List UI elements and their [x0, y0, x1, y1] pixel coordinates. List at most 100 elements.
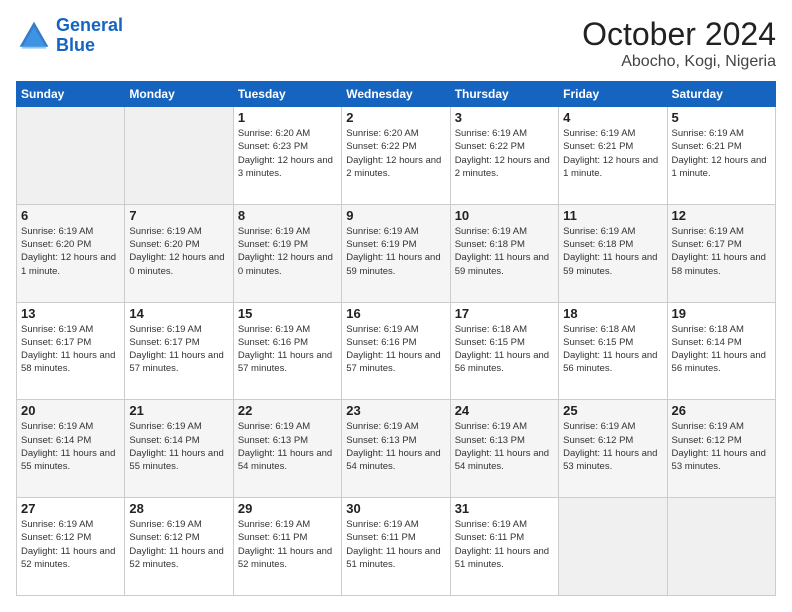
table-row: 29 Sunrise: 6:19 AM Sunset: 6:11 PM Dayli… — [233, 498, 341, 596]
day-info: Sunrise: 6:19 AM Sunset: 6:13 PM Dayligh… — [238, 420, 337, 473]
day-info: Sunrise: 6:18 AM Sunset: 6:15 PM Dayligh… — [563, 323, 662, 376]
header: General Blue October 2024 Abocho, Kogi, … — [16, 16, 776, 71]
logo-line2: Blue — [56, 35, 95, 55]
day-info: Sunrise: 6:19 AM Sunset: 6:16 PM Dayligh… — [346, 323, 445, 376]
col-friday: Friday — [559, 82, 667, 107]
table-row: 4 Sunrise: 6:19 AM Sunset: 6:21 PM Daylig… — [559, 107, 667, 205]
day-number: 12 — [672, 208, 771, 223]
table-row — [125, 107, 233, 205]
table-row: 8Sunrise: 6:19 AM Sunset: 6:19 PM Daylig… — [233, 204, 341, 302]
table-row — [559, 498, 667, 596]
table-row: 22Sunrise: 6:19 AM Sunset: 6:13 PM Dayli… — [233, 400, 341, 498]
day-info: Sunrise: 6:19 AM Sunset: 6:12 PM Dayligh… — [672, 420, 771, 473]
table-row: 13 Sunrise: 6:19 AM Sunset: 6:17 PM Dayli… — [17, 302, 125, 400]
day-info: Sunrise: 6:19 AM Sunset: 6:12 PM Dayligh… — [563, 420, 662, 473]
day-info: Sunrise: 6:19 AM Sunset: 6:19 PM Dayligh… — [238, 225, 337, 278]
day-number: 20 — [21, 403, 120, 418]
table-row — [667, 498, 775, 596]
table-row: 17 Sunrise: 6:18 AM Sunset: 6:15 PM Dayli… — [450, 302, 558, 400]
day-number: 21 — [129, 403, 228, 418]
day-number: 11 — [563, 208, 662, 223]
day-info: Sunrise: 6:19 AM Sunset: 6:11 PM Dayligh… — [238, 518, 337, 571]
table-row: 24Sunrise: 6:19 AM Sunset: 6:13 PM Dayli… — [450, 400, 558, 498]
table-row: 15 Sunrise: 6:19 AM Sunset: 6:16 PM Dayli… — [233, 302, 341, 400]
day-info: Sunrise: 6:19 AM Sunset: 6:22 PM Dayligh… — [455, 127, 554, 180]
day-number: 13 — [21, 306, 120, 321]
day-number: 31 — [455, 501, 554, 516]
header-row: Sunday Monday Tuesday Wednesday Thursday… — [17, 82, 776, 107]
day-info: Sunrise: 6:19 AM Sunset: 6:19 PM Dayligh… — [346, 225, 445, 278]
logo-icon — [16, 18, 52, 54]
col-sunday: Sunday — [17, 82, 125, 107]
table-row: 21Sunrise: 6:19 AM Sunset: 6:14 PM Dayli… — [125, 400, 233, 498]
day-info: Sunrise: 6:19 AM Sunset: 6:16 PM Dayligh… — [238, 323, 337, 376]
table-row: 1Sunrise: 6:20 AM Sunset: 6:23 PM Daylig… — [233, 107, 341, 205]
day-number: 29 — [238, 501, 337, 516]
table-row: 7Sunrise: 6:19 AM Sunset: 6:20 PM Daylig… — [125, 204, 233, 302]
col-thursday: Thursday — [450, 82, 558, 107]
day-number: 5 — [672, 110, 771, 125]
month-title: October 2024 — [582, 16, 776, 53]
day-info: Sunrise: 6:20 AM Sunset: 6:23 PM Dayligh… — [238, 127, 337, 180]
table-row: 2 Sunrise: 6:20 AM Sunset: 6:22 PM Daylig… — [342, 107, 450, 205]
day-number: 18 — [563, 306, 662, 321]
day-info: Sunrise: 6:19 AM Sunset: 6:21 PM Dayligh… — [672, 127, 771, 180]
table-row: 11 Sunrise: 6:19 AM Sunset: 6:18 PM Dayli… — [559, 204, 667, 302]
table-row: 9Sunrise: 6:19 AM Sunset: 6:19 PM Daylig… — [342, 204, 450, 302]
day-number: 15 — [238, 306, 337, 321]
day-number: 2 — [346, 110, 445, 125]
table-row: 12Sunrise: 6:19 AM Sunset: 6:17 PM Dayli… — [667, 204, 775, 302]
logo-line1: General — [56, 15, 123, 35]
day-number: 17 — [455, 306, 554, 321]
calendar-week-row: 20 Sunrise: 6:19 AM Sunset: 6:14 PM Dayli… — [17, 400, 776, 498]
table-row: 27 Sunrise: 6:19 AM Sunset: 6:12 PM Dayli… — [17, 498, 125, 596]
day-number: 27 — [21, 501, 120, 516]
col-tuesday: Tuesday — [233, 82, 341, 107]
table-row: 23 Sunrise: 6:19 AM Sunset: 6:13 PM Dayli… — [342, 400, 450, 498]
day-info: Sunrise: 6:19 AM Sunset: 6:18 PM Dayligh… — [563, 225, 662, 278]
table-row: 6 Sunrise: 6:19 AM Sunset: 6:20 PM Daylig… — [17, 204, 125, 302]
day-number: 10 — [455, 208, 554, 223]
day-number: 7 — [129, 208, 228, 223]
col-saturday: Saturday — [667, 82, 775, 107]
col-wednesday: Wednesday — [342, 82, 450, 107]
day-info: Sunrise: 6:19 AM Sunset: 6:17 PM Dayligh… — [129, 323, 228, 376]
table-row: 18 Sunrise: 6:18 AM Sunset: 6:15 PM Dayli… — [559, 302, 667, 400]
table-row: 10 Sunrise: 6:19 AM Sunset: 6:18 PM Dayli… — [450, 204, 558, 302]
day-info: Sunrise: 6:19 AM Sunset: 6:20 PM Dayligh… — [21, 225, 120, 278]
day-info: Sunrise: 6:19 AM Sunset: 6:21 PM Dayligh… — [563, 127, 662, 180]
day-number: 3 — [455, 110, 554, 125]
day-info: Sunrise: 6:20 AM Sunset: 6:22 PM Dayligh… — [346, 127, 445, 180]
day-number: 24 — [455, 403, 554, 418]
calendar-week-row: 13 Sunrise: 6:19 AM Sunset: 6:17 PM Dayli… — [17, 302, 776, 400]
table-row: 26 Sunrise: 6:19 AM Sunset: 6:12 PM Dayli… — [667, 400, 775, 498]
calendar-table: Sunday Monday Tuesday Wednesday Thursday… — [16, 81, 776, 596]
day-info: Sunrise: 6:18 AM Sunset: 6:14 PM Dayligh… — [672, 323, 771, 376]
day-number: 4 — [563, 110, 662, 125]
day-info: Sunrise: 6:19 AM Sunset: 6:14 PM Dayligh… — [21, 420, 120, 473]
calendar-week-row: 6 Sunrise: 6:19 AM Sunset: 6:20 PM Daylig… — [17, 204, 776, 302]
day-number: 28 — [129, 501, 228, 516]
table-row: 31 Sunrise: 6:19 AM Sunset: 6:11 PM Dayli… — [450, 498, 558, 596]
day-info: Sunrise: 6:19 AM Sunset: 6:12 PM Dayligh… — [21, 518, 120, 571]
logo: General Blue — [16, 16, 123, 56]
table-row: 30Sunrise: 6:19 AM Sunset: 6:11 PM Dayli… — [342, 498, 450, 596]
day-number: 6 — [21, 208, 120, 223]
day-number: 25 — [563, 403, 662, 418]
day-number: 19 — [672, 306, 771, 321]
day-number: 16 — [346, 306, 445, 321]
table-row: 25 Sunrise: 6:19 AM Sunset: 6:12 PM Dayli… — [559, 400, 667, 498]
day-number: 14 — [129, 306, 228, 321]
day-info: Sunrise: 6:19 AM Sunset: 6:18 PM Dayligh… — [455, 225, 554, 278]
table-row: 3 Sunrise: 6:19 AM Sunset: 6:22 PM Daylig… — [450, 107, 558, 205]
calendar-week-row: 1Sunrise: 6:20 AM Sunset: 6:23 PM Daylig… — [17, 107, 776, 205]
calendar-week-row: 27 Sunrise: 6:19 AM Sunset: 6:12 PM Dayli… — [17, 498, 776, 596]
day-info: Sunrise: 6:19 AM Sunset: 6:17 PM Dayligh… — [21, 323, 120, 376]
page: General Blue October 2024 Abocho, Kogi, … — [0, 0, 792, 612]
table-row: 28Sunrise: 6:19 AM Sunset: 6:12 PM Dayli… — [125, 498, 233, 596]
day-info: Sunrise: 6:19 AM Sunset: 6:11 PM Dayligh… — [455, 518, 554, 571]
day-number: 23 — [346, 403, 445, 418]
day-info: Sunrise: 6:19 AM Sunset: 6:13 PM Dayligh… — [346, 420, 445, 473]
day-number: 26 — [672, 403, 771, 418]
day-info: Sunrise: 6:18 AM Sunset: 6:15 PM Dayligh… — [455, 323, 554, 376]
